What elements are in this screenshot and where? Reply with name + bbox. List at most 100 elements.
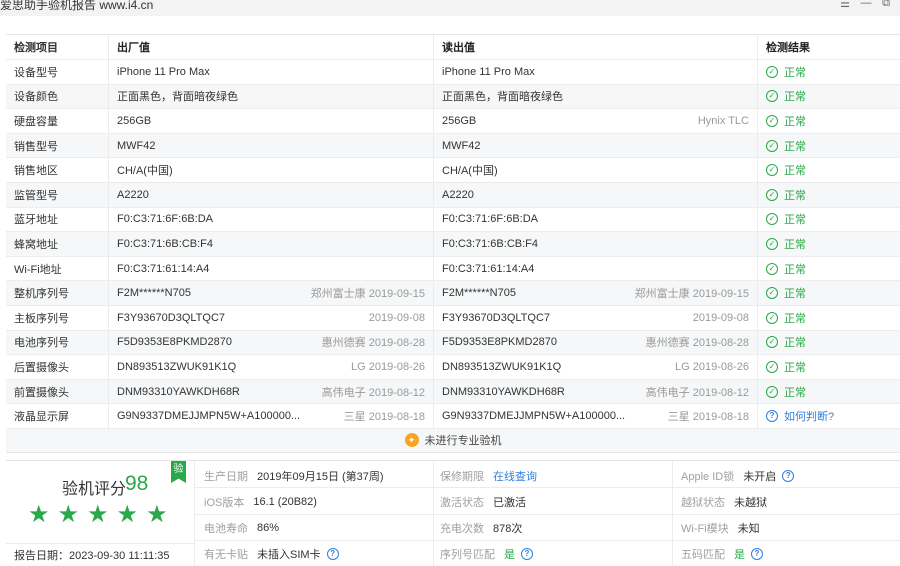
row-factory: G9N9337DMEJJMPN5W+A100000... 三星 2019-08-1… (108, 404, 433, 428)
factory-note: 三星 2019-08-18 (343, 411, 425, 424)
info-charge-cycles: 充电次数 878次 (440, 523, 523, 535)
row-read: G9N9337DMEJJMPN5W+A100000... 三星 2019-08-1… (433, 404, 757, 428)
read-note: 2019-09-08 (692, 311, 749, 324)
row-result: ✓ 正常 (757, 207, 900, 232)
row-result: ✓ 正常 (757, 109, 900, 133)
result-status: 正常 (784, 288, 806, 301)
result-status: 正常 (784, 386, 806, 399)
row-result: ✓ 正常 (757, 158, 900, 182)
row-result: ✓ 正常 (757, 355, 900, 379)
question-circle-icon[interactable]: ? (521, 548, 533, 560)
row-result: ✓ 正常 (757, 330, 900, 355)
result-status: 正常 (784, 140, 806, 153)
check-circle-icon: ✓ (766, 213, 778, 226)
star-icon: ★ (116, 501, 139, 528)
row-factory: CH/A(中国) (108, 158, 433, 182)
table-row: 液晶显示屏 G9N9337DMEJJMPN5W+A100000... 三星 2019… (6, 404, 900, 429)
row-factory: F3Y93670D3QLTQC7 2019-09-08 (108, 305, 433, 330)
row-read: F0:C3:71:6B:CB:F4 (433, 232, 757, 256)
row-read: F2M******N705 郑州富士康 2019-09-15 (433, 281, 757, 305)
warranty-link[interactable]: 在线查询 (493, 468, 537, 484)
pro-check-row[interactable]: ✦ 未进行专业验机 (6, 428, 900, 453)
row-factory: F0:C3:71:6B:CB:F4 (108, 232, 433, 256)
row-item: 硬盘容量 (14, 115, 58, 128)
result-status: 正常 (784, 165, 806, 178)
menu-icon[interactable]: ☰ (838, 0, 852, 10)
result-status: 正常 (784, 361, 806, 374)
question-circle-icon[interactable]: ? (326, 548, 339, 560)
question-circle-icon[interactable]: ? (751, 548, 763, 560)
info-warranty: 保修期限 在线查询 (440, 468, 537, 484)
row-item: 设备型号 (14, 66, 58, 79)
row-factory: 256GB (108, 109, 433, 133)
report-date: 报告日期：2023-09-30 11:11:35 (14, 550, 170, 562)
row-result: ✓ 正常 (757, 133, 900, 158)
row-result: ✓ 正常 (757, 60, 900, 84)
table-row: 设备颜色 正面黑色，背面暗夜绿色 正面黑色，背面暗夜绿色 ✓ 正常 (6, 84, 900, 110)
result-status: 正常 (784, 337, 806, 350)
row-factory: MWF42 (108, 133, 433, 158)
factory-note: LG 2019-08-26 (351, 360, 425, 373)
info-battery-life: 电池寿命 86% (204, 522, 280, 535)
row-item: 主板序列号 (14, 312, 69, 325)
info-activation: 激活状态 已激活 (440, 497, 526, 509)
row-item: 销售型号 (14, 140, 58, 153)
info-apple-id-lock: Apple ID锁 未开启? (681, 468, 795, 484)
row-read: DN893513ZWUK91K1Q LG 2019-08-26 (433, 355, 757, 379)
star-icon: ★ (146, 501, 168, 528)
row-item: Wi-Fi地址 (14, 263, 62, 276)
restore-icon[interactable]: ⧉ (879, 0, 893, 10)
row-result: ✓ 正常 (757, 232, 900, 256)
row-read: iPhone 11 Pro Max (433, 60, 757, 84)
factory-note: 高伟电子 2019-08-12 (321, 386, 425, 399)
row-factory: A2220 (108, 182, 433, 207)
row-read: MWF42 (433, 133, 757, 158)
check-circle-icon: ✓ (766, 262, 778, 275)
row-read: A2220 (433, 182, 757, 207)
score-box: 验机评分 98 验 ★ ★ ★ ★ ★ (6, 461, 186, 543)
header-factory: 出厂值 (108, 35, 433, 59)
header-item: 检测项目 (14, 42, 58, 54)
minimize-icon[interactable]: — (859, 0, 873, 9)
check-circle-icon: ✓ (766, 237, 778, 250)
table-row: 蜂窝地址 F0:C3:71:6B:CB:F4 F0:C3:71:6B:CB:F4 ✓ 正… (6, 232, 900, 257)
row-item: 销售地区 (14, 165, 58, 178)
row-item: 蓝牙地址 (14, 214, 58, 227)
read-note: 郑州富士康 2019-09-15 (634, 288, 749, 301)
header-result: 检测结果 (757, 35, 900, 59)
check-circle-icon: ✓ (766, 90, 778, 103)
factory-note: 惠州德赛 2019-08-28 (321, 337, 425, 350)
read-note: 高伟电子 2019-08-12 (645, 386, 749, 399)
info-five-code-match: 五码匹配是? (681, 546, 763, 562)
pro-check-label: 未进行专业验机 (424, 435, 502, 448)
table-row: 监管型号 A2220 A2220 ✓ 正常 (6, 182, 900, 208)
row-read: DNM93310YAWKDH68R 高伟电子 2019-08-12 (433, 379, 757, 404)
factory-note: 郑州富士康 2019-09-15 (310, 288, 425, 301)
result-status: 正常 (784, 91, 806, 104)
row-factory: F0:C3:71:6F:6B:DA (108, 207, 433, 232)
info-serial-match: 序列号匹配是? (440, 546, 533, 562)
row-item: 液晶显示屏 (14, 411, 69, 424)
info-sim-sticker: 有无卡贴 未插入SIM卡? (204, 546, 339, 562)
table-row: 蓝牙地址 F0:C3:71:6F:6B:DA F0:C3:71:6F:6B:DA ✓ 正… (6, 207, 900, 233)
row-result: ✓ 正常 (757, 379, 900, 404)
check-circle-icon: ✓ (766, 114, 778, 127)
row-result[interactable]: ? 如何判断? (757, 404, 900, 428)
read-note: 惠州德赛 2019-08-28 (645, 337, 749, 350)
how-to-judge-link[interactable]: 如何判断? (784, 408, 834, 424)
row-result: ✓ 正常 (757, 84, 900, 109)
row-read: 256GB Hynix TLC (433, 109, 757, 133)
result-status: 正常 (784, 66, 806, 79)
star-icon: ★ (28, 501, 50, 528)
check-circle-icon: ✓ (766, 360, 778, 373)
row-read: 正面黑色，背面暗夜绿色 (433, 84, 757, 109)
row-result: ✓ 正常 (757, 281, 900, 305)
row-factory: 正面黑色，背面暗夜绿色 (108, 84, 433, 109)
info-manufacture-date: 生产日期 2019年09月15日 (第37周) (204, 471, 384, 483)
result-status: 正常 (784, 189, 806, 202)
question-circle-icon[interactable]: ? (766, 410, 778, 423)
table-header: 检测项目 出厂值 读出值 检测结果 (6, 35, 900, 60)
title-bar: 爱思助手验机报告 www.i4.cn ☰ — ⧉ (0, 0, 900, 16)
row-item: 设备颜色 (14, 91, 58, 104)
question-circle-icon[interactable]: ? (782, 470, 795, 482)
